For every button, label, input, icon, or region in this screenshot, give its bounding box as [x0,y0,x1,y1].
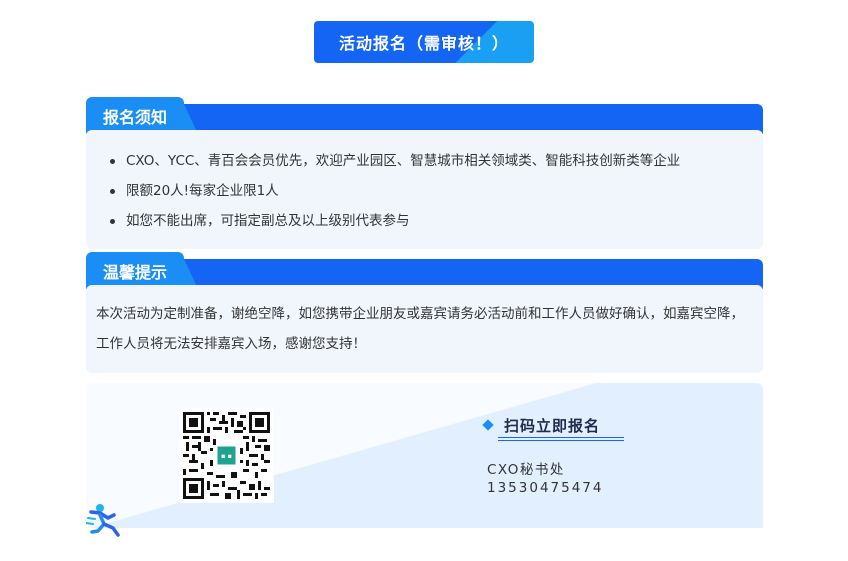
svg-text:▪ ▪: ▪ ▪ [221,452,232,460]
tips-panel: 本次活动为定制准备，谢绝空降，如您携带企业朋友或嘉宾请务必活动前和工作人员做好确… [86,285,763,373]
signup-panel: ▪ ▪ 扫码立即报名 CXO秘书处 13530475474 [86,383,763,528]
notice-item: 如您不能出席，可指定副总及以上级别代表参与 [108,206,741,236]
tips-text: 本次活动为定制准备，谢绝空降，如您携带企业朋友或嘉宾请务必活动前和工作人员做好确… [96,306,744,352]
contact-name: CXO秘书处 [487,462,565,478]
notice-item: CXO、YCC、青百会会员优先，欢迎产业园区、智慧城市相关领域类、智能科技创新类… [108,146,741,176]
tips-tab-label: 温馨提示 [86,252,198,289]
page-title: 活动报名（需审核！） [314,21,534,63]
notice-item: 限额20人!每家企业限1人 [108,176,741,206]
qr-code-icon[interactable]: ▪ ▪ [179,408,274,503]
notice-list: CXO、YCC、青百会会员优先，欢迎产业园区、智慧城市相关领域类、智能科技创新类… [108,146,741,236]
notice-panel: CXO、YCC、青百会会员优先，欢迎产业园区、智慧城市相关领域类、智能科技创新类… [86,130,763,249]
qr-code-graphic: ▪ ▪ [183,412,270,499]
scan-title: 扫码立即报名 [504,417,601,435]
contact-phone[interactable]: 13530475474 [487,480,603,496]
scan-title-underline [498,437,624,441]
runner-icon [86,504,120,537]
notice-tab-label: 报名须知 [86,97,198,134]
